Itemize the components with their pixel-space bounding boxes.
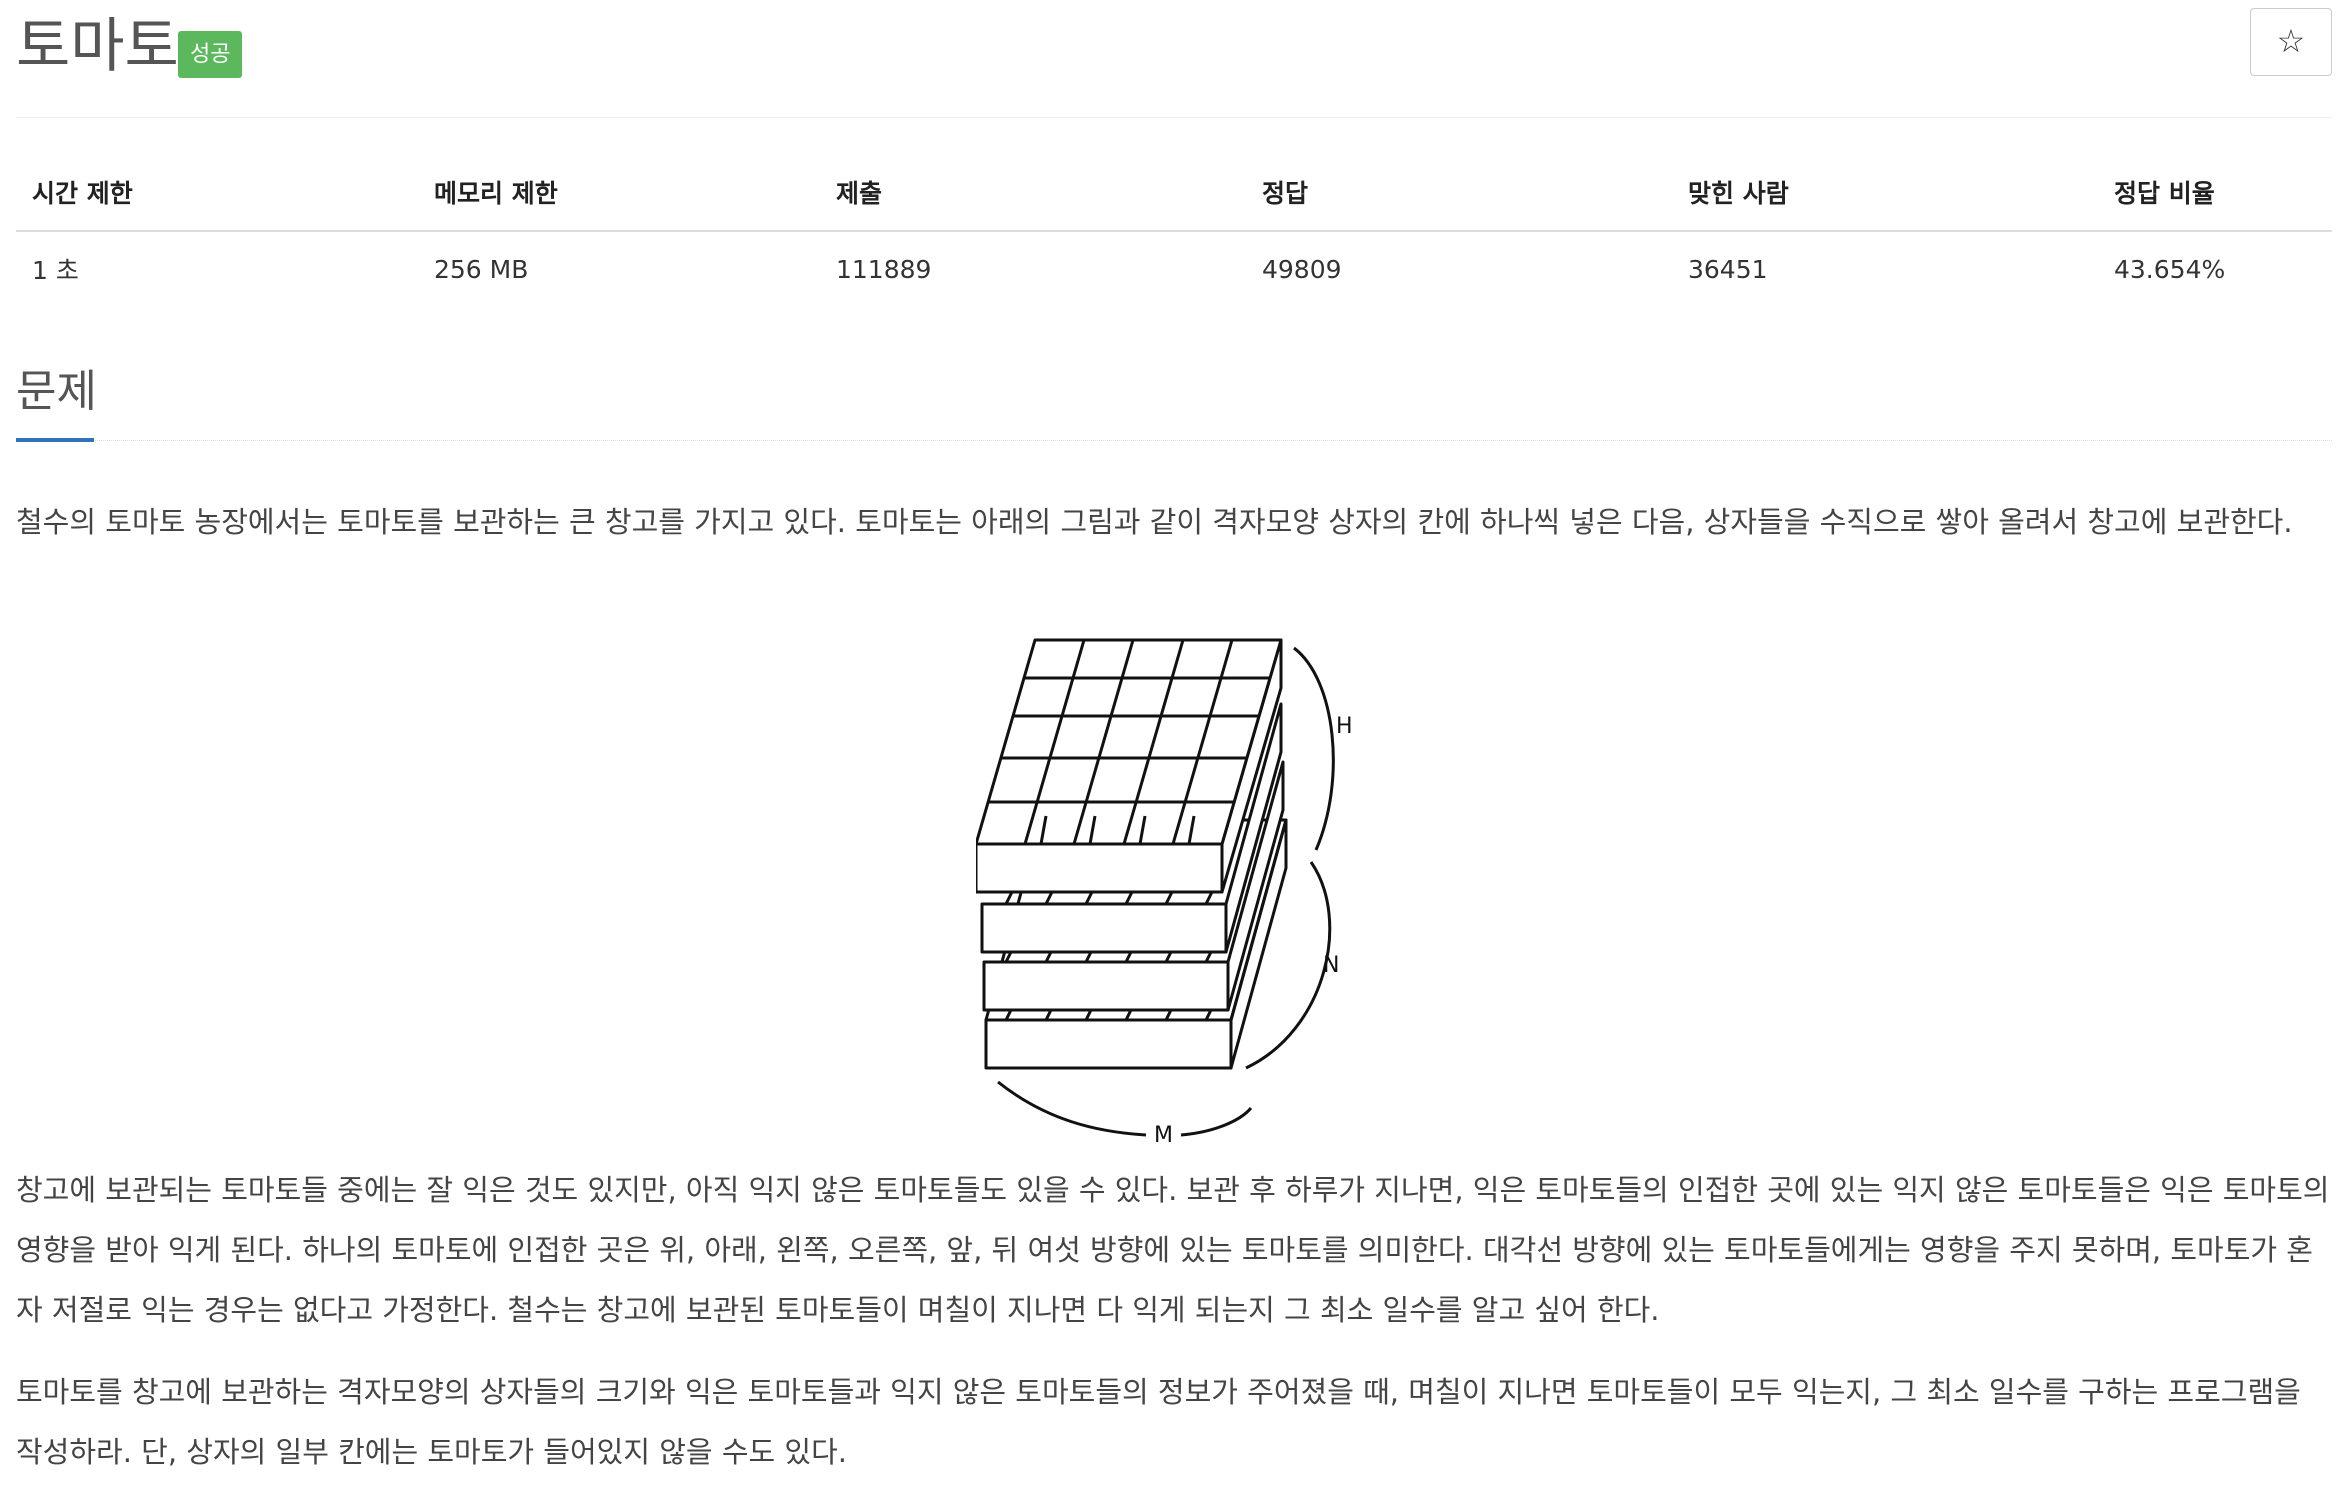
value-ratio: 43.654% <box>2114 254 2226 284</box>
star-button[interactable]: ☆ <box>2250 8 2332 76</box>
figure-label-m: M <box>1154 1123 1173 1145</box>
problem-title: 토마토 <box>16 11 179 80</box>
section-title: 문제 <box>16 366 97 417</box>
header-time-limit: 시간 제한 <box>16 154 418 232</box>
header-memory-limit: 메모리 제한 <box>418 154 820 232</box>
section-title-underline <box>16 438 94 442</box>
value-solvers: 36451 <box>1688 254 1768 284</box>
header-ratio: 정답 비율 <box>2098 154 2332 232</box>
value-memory-limit: 256 MB <box>434 254 529 284</box>
top-grid-box <box>976 638 1283 894</box>
header-accepted: 정답 <box>1246 154 1672 232</box>
problem-paragraph-1: 철수의 토마토 농장에서는 토마토를 보관하는 큰 창고를 가지고 있다. 토마… <box>16 505 2293 539</box>
problem-page: 토마토 성공 ☆ 시간 제한 메모리 제한 제출 정답 맞힌 사람 정답 비율 … <box>16 0 2332 1469</box>
header-submissions: 제출 <box>820 154 1246 232</box>
value-accepted: 49809 <box>1262 254 1342 284</box>
problem-paragraph-2: 창고에 보관되는 토마토들 중에는 잘 익은 것도 있지만, 아직 익지 않은 … <box>16 1173 2330 1327</box>
value-submissions: 111889 <box>836 254 932 284</box>
section-header: 문제 <box>16 354 2332 442</box>
value-time-limit: 1 초 <box>32 256 79 285</box>
problem-stats-table: 시간 제한 메모리 제한 제출 정답 맞힌 사람 정답 비율 1 초 256 M… <box>16 154 2332 306</box>
figure-label-n: N <box>1323 953 1339 978</box>
stats-header-row: 시간 제한 메모리 제한 제출 정답 맞힌 사람 정답 비율 <box>16 154 2332 232</box>
problem-paragraph-3: 토마토를 창고에 보관하는 격자모양의 상자들의 크기와 익은 토마토들과 익지… <box>16 1375 2301 1469</box>
figure-label-h: H <box>1336 714 1353 739</box>
status-badge: 성공 <box>178 31 243 78</box>
star-icon: ☆ <box>2276 22 2306 60</box>
header-solvers: 맞힌 사람 <box>1672 154 2098 232</box>
stats-value-row: 1 초 256 MB 111889 49809 36451 43.654% <box>16 231 2332 306</box>
title-row: 토마토 성공 ☆ <box>16 0 2332 118</box>
tomato-box-figure: H N M <box>976 638 1353 1145</box>
